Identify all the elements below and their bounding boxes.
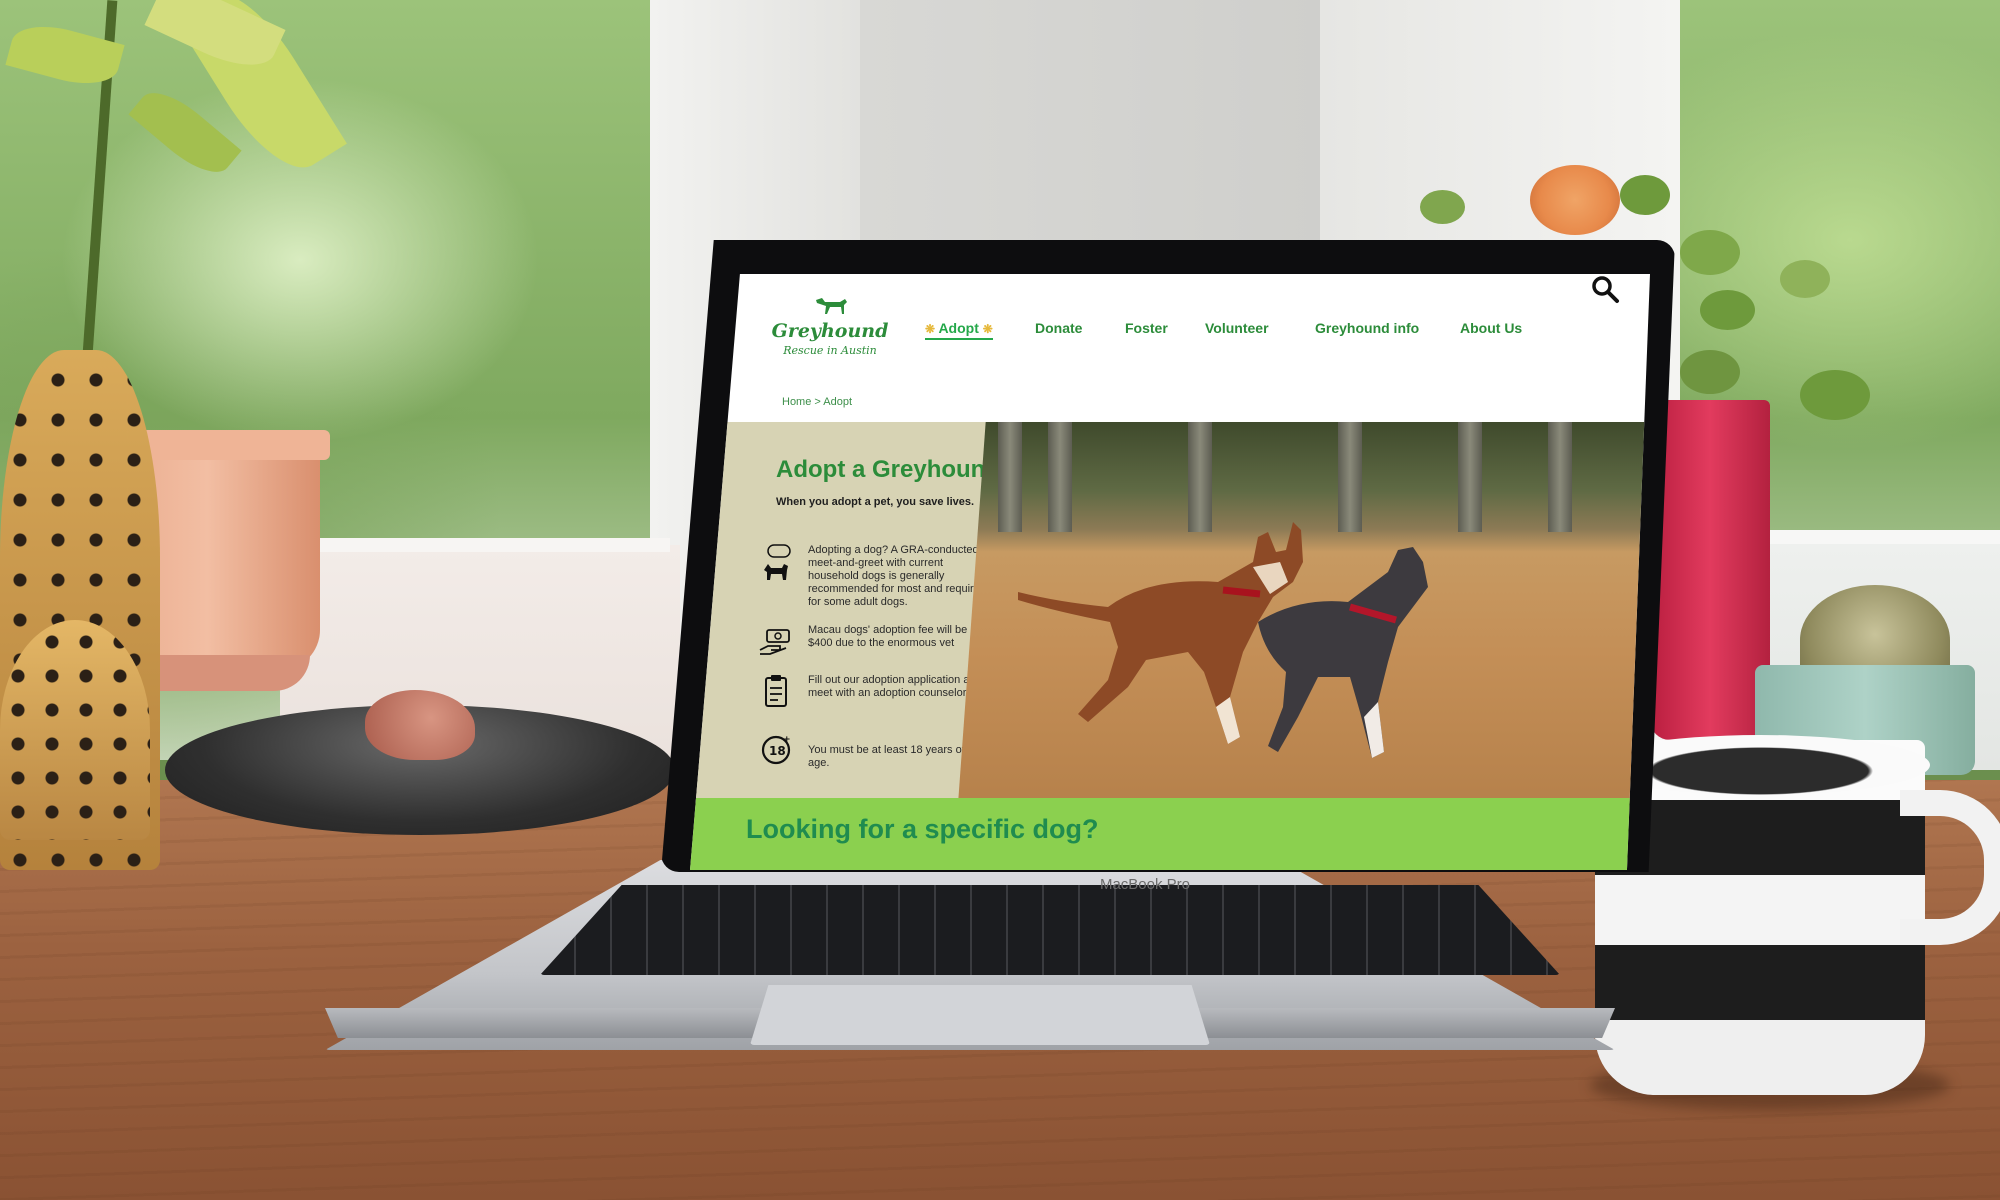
nav-item-greyhound-info[interactable]: Greyhound info [1315, 320, 1419, 336]
nav-label: Donate [1035, 320, 1083, 336]
nav-item-foster[interactable]: Foster [1125, 320, 1168, 336]
page-subtitle: When you adopt a pet, you save lives. [776, 496, 975, 508]
nav-item-donate[interactable]: Donate [1035, 320, 1082, 336]
laptop-keyboard[interactable] [540, 885, 1560, 975]
search-banner-title: Looking for a specific dog? [746, 814, 1099, 844]
site-logo[interactable]: Greyhound Rescue in Austin [770, 294, 890, 364]
window-ledge [290, 538, 670, 552]
wooden-giraffe [0, 620, 150, 840]
nav-label: Foster [1125, 320, 1168, 336]
greyhound-grey [1258, 547, 1428, 758]
greyhound-logo-icon [816, 298, 847, 314]
dog-speech-icon [764, 544, 791, 580]
succulent-leaf [1680, 350, 1740, 394]
paw-icon: ❋ [925, 322, 936, 336]
page-title: Adopt a Greyhound [776, 456, 1000, 483]
laptop-brand-label: MacBook Pro [1099, 876, 1191, 893]
svg-text:+: + [783, 735, 791, 745]
search-icon[interactable] [1590, 274, 1620, 304]
age-18-icon: 18 + [761, 735, 791, 765]
succulent-leaf [1420, 190, 1465, 224]
nav-label: Volunteer [1205, 320, 1269, 336]
succulent-leaf [1680, 230, 1740, 275]
red-pot [1650, 400, 1770, 740]
mug-handle [1900, 790, 2000, 945]
nav-label: Adopt [938, 320, 979, 336]
requirement-item: 18 + You must be at least 18 years of ag… [750, 732, 990, 802]
tree-trunk [1548, 422, 1572, 532]
hero-image-greyhounds [958, 422, 1650, 804]
requirement-text: Macau dogs' adoption fee will be $400 du… [808, 624, 968, 649]
laptop-trackpad[interactable] [750, 985, 1210, 1045]
paw-icon: ❋ [982, 322, 993, 336]
clipboard-icon [765, 675, 787, 707]
succulent-leaf [1700, 290, 1755, 330]
requirement-text: Fill out our adoption application and me… [808, 674, 982, 699]
money-hand-icon [759, 629, 790, 655]
svg-text:18: 18 [769, 744, 786, 758]
logo-subtitle: Rescue in Austin [783, 344, 877, 357]
nav-item-adopt[interactable]: ❋ Adopt ❋ [925, 320, 993, 340]
nav-item-about-us[interactable]: About Us [1460, 320, 1522, 336]
nav-label: Greyhound info [1315, 320, 1420, 336]
logo-title: Greyhound [771, 320, 889, 342]
succulent-leaf [1620, 175, 1670, 215]
laptop-screen: Greyhound Rescue in Austin ❋ Adopt ❋ Don… [690, 274, 1650, 870]
succulent-leaf [1780, 260, 1830, 298]
requirement-item: Adopting a dog? A GRA-conducted meet-and… [750, 544, 990, 614]
requirement-text: Adopting a dog? A GRA-conducted meet-and… [808, 544, 986, 608]
utility-bar [690, 274, 1650, 303]
breadcrumb[interactable]: Home > Adopt [782, 396, 852, 408]
succulent-leaf [1800, 370, 1870, 420]
nav-label: About Us [1460, 320, 1523, 336]
succulent-flower [1530, 165, 1620, 235]
nav-item-volunteer[interactable]: Volunteer [1205, 320, 1269, 336]
